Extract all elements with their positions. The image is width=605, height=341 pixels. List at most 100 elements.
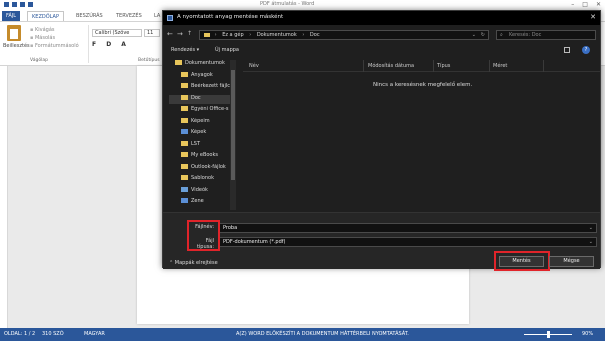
folder-icon	[204, 32, 210, 37]
format-painter-button[interactable]: Formátummásoló	[30, 42, 79, 50]
breadcrumb-doc[interactable]: Doc	[310, 32, 320, 38]
word-logo-icon	[4, 2, 9, 7]
vertical-ruler	[0, 66, 8, 328]
dialog-title-bar: A nyomtatott anyag mentése másként ✕	[163, 11, 600, 25]
breadcrumb-documents[interactable]: Dokumentumok	[257, 32, 297, 38]
window-title: PDF átmulatás - Word	[260, 1, 315, 7]
status-page[interactable]: OLDAL: 1 / 2	[4, 331, 35, 337]
cut-button[interactable]: Kivágás	[30, 26, 79, 34]
view-options-icon[interactable]	[564, 47, 570, 53]
folder-icon	[181, 186, 188, 192]
filename-input[interactable]: Proba ⌄	[219, 223, 597, 233]
tab-file[interactable]: FÁJL	[2, 11, 21, 21]
tree-item[interactable]: Képek	[169, 129, 235, 138]
organize-button[interactable]: Rendezés ▾	[171, 47, 199, 53]
folder-icon	[181, 71, 188, 77]
word-title-bar: PDF átmulatás - Word – □ ✕	[0, 0, 605, 10]
tree-item[interactable]: Sablonok	[169, 175, 235, 184]
tree-scrollbar[interactable]	[230, 60, 236, 210]
refresh-icon[interactable]: ↻	[481, 32, 485, 38]
copy-button[interactable]: Másolás	[30, 34, 79, 42]
window-controls: – □ ✕	[571, 1, 601, 8]
status-message: A(Z) WORD ELŐKÉSZÍTI A DOKUMENTUM HÁTTÉR…	[236, 331, 409, 337]
column-name[interactable]: Név	[249, 63, 259, 69]
tree-item-label: Anyagok	[191, 71, 213, 78]
folder-icon	[181, 140, 188, 146]
word-document-icon	[167, 15, 173, 21]
cancel-button[interactable]: Mégse	[549, 256, 594, 267]
status-words[interactable]: 310 SZÓ	[42, 331, 64, 337]
tree-item-label: Dokumentumok	[185, 60, 225, 66]
tree-item[interactable]: Doc	[169, 94, 235, 104]
folder-icon	[181, 129, 188, 134]
file-list[interactable]: Név Módosítás dátuma Típus Méret Nincs a…	[243, 60, 600, 210]
help-icon[interactable]: ?	[582, 46, 590, 54]
forward-arrow-icon[interactable]: →	[177, 30, 183, 38]
highlight-box-labels	[187, 220, 220, 251]
chevron-down-icon[interactable]: ⌄	[589, 239, 593, 245]
column-type[interactable]: Típus	[437, 63, 450, 69]
hide-folders-toggle[interactable]: ⌃ Mappák elrejtése	[169, 260, 218, 266]
tree-item-label: My eBooks	[191, 152, 218, 158]
quick-access-toolbar[interactable]	[4, 2, 33, 7]
filetype-value: PDF-dokumentum (*.pdf)	[223, 239, 286, 245]
tree-item[interactable]: Outlook-fájlok	[169, 163, 235, 173]
tree-item-label: Egyéni Office-s	[191, 106, 229, 112]
save-as-dialog: A nyomtatott anyag mentése másként ✕ ← →…	[162, 10, 601, 271]
tree-item-label: Videók	[191, 186, 208, 193]
chevron-down-icon[interactable]: ⌄	[589, 225, 593, 231]
save-options-panel: Fájlnév: Proba ⌄ Fájl típusa: PDF-dokume…	[163, 212, 600, 271]
folder-icon	[181, 117, 188, 123]
address-row: ← → ↑ › Ez a gép › Dokumentumok › Doc ⌄ …	[163, 27, 600, 42]
close-icon[interactable]: ✕	[596, 1, 601, 8]
tree-item[interactable]: Videók	[169, 186, 235, 196]
save-icon[interactable]	[12, 2, 17, 7]
tree-item-label: LST	[191, 140, 201, 147]
tree-item[interactable]: My eBooks	[169, 152, 235, 161]
font-size-select[interactable]: 11	[144, 29, 160, 37]
dialog-close-icon[interactable]: ✕	[590, 13, 596, 21]
folder-icon	[181, 163, 188, 169]
zoom-level[interactable]: 90%	[582, 331, 593, 337]
paste-label: Beillesztés	[3, 43, 30, 49]
undo-icon[interactable]	[20, 2, 25, 7]
empty-message: Nincs a keresésnek megfelelő elem.	[373, 82, 473, 88]
folder-icon	[181, 106, 188, 111]
maximize-icon[interactable]: □	[582, 1, 588, 8]
tree-item-label: Beérkezett fájlc	[191, 83, 230, 89]
font-name-select[interactable]: Calibri (Szöve	[92, 29, 142, 37]
up-arrow-icon[interactable]: ↑	[187, 30, 192, 37]
breadcrumb-this-pc[interactable]: Ez a gép	[222, 32, 243, 38]
back-arrow-icon[interactable]: ←	[167, 30, 173, 38]
search-input[interactable]: ⌕ Keresés: Doc	[496, 30, 596, 40]
filetype-select[interactable]: PDF-dokumentum (*.pdf) ⌄	[219, 237, 597, 247]
tree-item[interactable]: LST	[169, 140, 235, 150]
tab-design[interactable]: TERVEZÉS	[112, 11, 146, 21]
folder-icon	[181, 152, 188, 157]
folder-icon	[175, 60, 182, 65]
paste-button[interactable]: Beillesztés	[3, 25, 30, 49]
address-bar[interactable]: › Ez a gép › Dokumentumok › Doc ⌄ ↻	[199, 30, 489, 40]
minimize-icon[interactable]: –	[571, 1, 574, 8]
tree-item[interactable]: Anyagok	[169, 71, 235, 81]
folder-icon	[181, 198, 188, 203]
new-folder-button[interactable]: Új mappa	[215, 47, 239, 53]
tab-insert[interactable]: BESZÚRÁS	[72, 11, 107, 21]
tree-item[interactable]: Dokumentumok	[169, 60, 235, 69]
column-size[interactable]: Méret	[493, 63, 507, 69]
highlight-box-save	[494, 251, 550, 271]
tree-item[interactable]: Beérkezett fájlc	[169, 83, 235, 92]
dialog-title: A nyomtatott anyag mentése másként	[177, 14, 284, 20]
tab-home[interactable]: KEZDŐLAP	[27, 11, 64, 21]
redo-icon[interactable]	[28, 2, 33, 7]
tree-scrollbar-thumb[interactable]	[231, 70, 235, 180]
tree-item[interactable]: Képeim	[169, 117, 235, 127]
filename-value: Proba	[223, 225, 238, 231]
status-language[interactable]: MAGYAR	[84, 331, 105, 337]
column-date-modified[interactable]: Módosítás dátuma	[368, 63, 414, 69]
tree-item[interactable]: Egyéni Office-s	[169, 106, 235, 115]
format-buttons[interactable]: F D A	[92, 41, 130, 48]
chevron-down-icon[interactable]: ⌄	[472, 32, 476, 38]
tree-item[interactable]: Zene	[169, 198, 235, 207]
zoom-slider-thumb[interactable]	[547, 331, 550, 338]
